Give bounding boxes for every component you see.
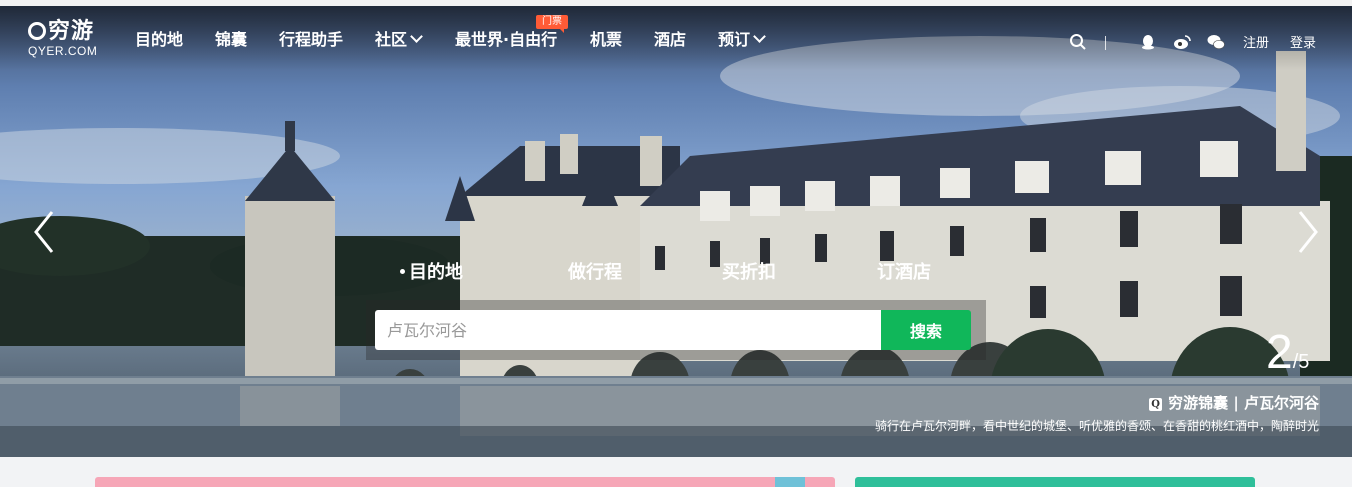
nav-hotels[interactable]: 酒店 <box>654 26 686 50</box>
chevron-down-icon <box>753 30 766 43</box>
chevron-down-icon <box>410 30 423 43</box>
nav-community-label: 社区 <box>375 30 408 49</box>
top-nav-bar: 穷游 QYER.COM 目的地 锦囊 行程助手 社区 最世界·自由行 门票 机票… <box>0 6 1352 70</box>
promo-card-right[interactable] <box>855 477 1255 487</box>
search-input[interactable] <box>375 310 881 350</box>
nav-guides-label: 锦囊 <box>215 30 248 49</box>
slide-counter: 2/5 <box>1266 328 1309 378</box>
tab-plan-trip[interactable]: 做行程 <box>568 258 622 284</box>
tab-book-hotel[interactable]: 订酒店 <box>877 258 931 284</box>
nav-destinations[interactable]: 目的地 <box>135 26 183 50</box>
nav-trip-planner-label: 行程助手 <box>279 30 344 49</box>
promo-card-left-accent <box>775 477 805 487</box>
qyer-badge-icon: Q <box>1149 398 1163 411</box>
nav-guides[interactable]: 锦囊 <box>215 26 247 50</box>
qq-icon[interactable] <box>1139 33 1157 51</box>
nav-free-travel[interactable]: 最世界·自由行 <box>455 26 557 50</box>
search-icon[interactable] <box>1069 33 1087 51</box>
nav-trip-planner[interactable]: 行程助手 <box>279 26 343 50</box>
nav-flights[interactable]: 机票 <box>590 26 622 50</box>
nav-free-travel-label: 最世界·自由行 <box>455 30 558 49</box>
search-button[interactable]: 搜索 <box>881 310 971 350</box>
tickets-badge: 门票 <box>536 15 568 33</box>
toolbar-divider <box>1105 36 1106 50</box>
nav-booking[interactable]: 预订 <box>718 26 766 50</box>
tab-destination-label: 目的地 <box>409 262 463 283</box>
tab-book-hotel-label: 订酒店 <box>877 262 931 283</box>
tab-destination[interactable]: 目的地 <box>400 258 463 284</box>
logo-en-text: QYER.COM <box>28 44 98 58</box>
qyer-logo[interactable]: 穷游 QYER.COM <box>28 20 97 58</box>
slide-current: 2 <box>1266 326 1293 379</box>
hero-banner <box>0 6 1352 457</box>
slide-caption-title-text: 穷游锦囊 | 卢瓦尔河谷 <box>1168 394 1319 412</box>
slide-caption-subtitle: 骑行在卢瓦尔河畔，看中世纪的城堡、听优雅的香颂、在香甜的桃红酒中，陶醉时光 <box>874 419 1319 433</box>
nav-hotels-label: 酒店 <box>654 30 687 49</box>
nav-destinations-label: 目的地 <box>135 30 184 49</box>
logo-q-icon <box>28 22 46 40</box>
wechat-icon[interactable] <box>1207 33 1225 51</box>
weibo-icon[interactable] <box>1173 33 1191 51</box>
next-slide-arrow-icon[interactable] <box>1292 210 1322 254</box>
login-link[interactable]: 登录 <box>1290 32 1316 51</box>
slide-caption-title: Q 穷游锦囊 | 卢瓦尔河谷 <box>875 393 1319 413</box>
nav-community[interactable]: 社区 <box>375 26 423 50</box>
nav-booking-label: 预订 <box>718 30 751 49</box>
prev-slide-arrow-icon[interactable] <box>30 210 60 254</box>
active-dot-icon <box>400 269 405 274</box>
tab-plan-trip-label: 做行程 <box>568 262 622 283</box>
promo-card-left[interactable] <box>95 477 835 487</box>
register-link[interactable]: 注册 <box>1243 32 1269 51</box>
logo-cn-text: 穷游 <box>48 18 95 43</box>
castle-background-image <box>0 36 1352 457</box>
tab-discounts-label: 买折扣 <box>722 262 776 283</box>
slide-caption[interactable]: Q 穷游锦囊 | 卢瓦尔河谷 骑行在卢瓦尔河畔，看中世纪的城堡、听优雅的香颂、在香… <box>875 393 1319 435</box>
tab-discounts[interactable]: 买折扣 <box>722 258 776 284</box>
slide-total: /5 <box>1292 351 1310 373</box>
nav-flights-label: 机票 <box>590 30 623 49</box>
